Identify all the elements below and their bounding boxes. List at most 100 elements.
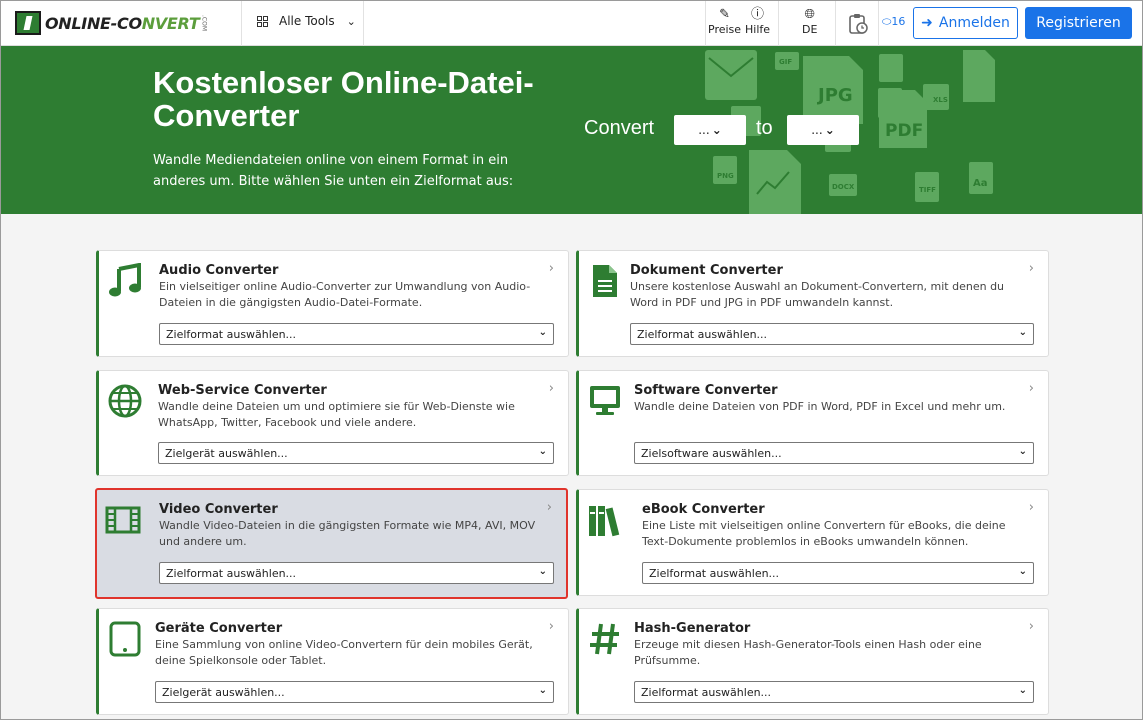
chevron-right-icon: ›: [546, 500, 552, 515]
nav-divider: [878, 1, 879, 46]
audio-converter-card[interactable]: Audio Converter Ein vielseitiger online …: [96, 250, 569, 357]
chevron-right-icon: ›: [1028, 381, 1034, 396]
chevron-right-icon: ›: [1028, 619, 1034, 634]
globe-icon: [108, 384, 142, 418]
chevron-down-icon: ⌄: [538, 566, 547, 577]
hero-subtitle: Wandle Mediendateien online von einem Fo…: [153, 153, 514, 189]
chevron-down-icon: ⌄: [1018, 685, 1027, 696]
software-converter-card[interactable]: Software Converter Wandle deine Dateien …: [576, 370, 1049, 476]
clipboard-clock-icon: [849, 14, 868, 34]
svg-text:DOCX: DOCX: [832, 183, 855, 191]
site-logo[interactable]: ONLINE-CONVERT .COM: [15, 11, 207, 35]
target-device-dropdown[interactable]: Zielgerät auswählen... ⌄: [158, 442, 554, 464]
tag-icon: ✎: [719, 7, 730, 22]
svg-text:GIF: GIF: [779, 58, 792, 66]
device-converter-card[interactable]: Geräte Converter Eine Sammlung von onlin…: [96, 608, 569, 715]
card-description: Wandle deine Dateien von PDF in Word, PD…: [634, 400, 1006, 413]
prices-link[interactable]: ✎ Preise: [708, 7, 741, 36]
video-converter-card[interactable]: Video Converter Wandle Video-Dateien in …: [95, 488, 568, 599]
tablet-icon: [109, 621, 141, 657]
language-selector[interactable]: 🌐︎ DE: [802, 7, 817, 36]
card-title: Video Converter: [159, 502, 278, 517]
hash-icon: [590, 623, 619, 655]
hash-generator-card[interactable]: Hash-Generator Erzeuge mit diesen Hash-G…: [576, 608, 1049, 715]
card-title: Audio Converter: [159, 263, 279, 278]
chevron-down-icon: ⌄: [1018, 446, 1027, 457]
card-description: Unsere kostenlose Auswahl an Dokument-Co…: [630, 280, 1005, 309]
top-navigation: ONLINE-CONVERT .COM Alle Tools ⌄ ✎ Preis…: [1, 1, 1142, 46]
books-icon: [589, 506, 620, 537]
card-description: Eine Sammlung von online Video-Converter…: [155, 638, 533, 667]
chevron-right-icon: ›: [548, 619, 554, 634]
chevron-down-icon: ⌄: [538, 446, 547, 457]
chevron-down-icon: ⌄: [538, 685, 547, 696]
svg-text:XLS: XLS: [933, 96, 948, 104]
nav-divider: [835, 1, 836, 46]
logo-icon: [15, 11, 41, 35]
nav-divider: [241, 1, 242, 46]
card-title: Web-Service Converter: [158, 383, 327, 398]
card-title: Geräte Converter: [155, 621, 283, 636]
source-format-select[interactable]: ... ⌄: [674, 115, 746, 145]
nav-divider: [778, 1, 779, 46]
nav-divider: [363, 1, 364, 46]
history-button[interactable]: [847, 13, 869, 35]
card-description: Wandle Video-Dateien in die gängigsten F…: [159, 519, 536, 548]
target-software-dropdown[interactable]: Zielsoftware auswählen... ⌄: [634, 442, 1034, 464]
card-title: Dokument Converter: [630, 263, 783, 278]
all-tools-menu[interactable]: Alle Tools ⌄: [257, 14, 356, 28]
token-counter[interactable]: ⬭16: [882, 15, 905, 29]
music-note-icon: [109, 263, 141, 297]
question-icon: ⓘ: [751, 7, 765, 22]
monitor-icon: [590, 386, 620, 415]
film-icon: [105, 506, 141, 534]
chevron-down-icon: ⌄: [711, 123, 722, 137]
svg-text:JPG: JPG: [816, 85, 853, 106]
svg-text:PDF: PDF: [885, 121, 923, 141]
web-service-converter-card[interactable]: Web-Service Converter Wandle deine Datei…: [96, 370, 569, 476]
target-format-dropdown[interactable]: Zielformat auswählen... ⌄: [630, 323, 1034, 345]
card-title: Software Converter: [634, 383, 778, 398]
page-title: Kostenloser Online-Datei-Converter: [153, 65, 534, 133]
chevron-right-icon: ›: [548, 261, 554, 276]
document-icon: [593, 265, 617, 297]
card-description: Eine Liste mit vielseitigen online Conve…: [642, 519, 1006, 548]
card-description: Wandle deine Dateien um und optimiere si…: [158, 400, 515, 429]
document-converter-card[interactable]: Dokument Converter Unsere kostenlose Aus…: [576, 250, 1049, 357]
target-format-dropdown[interactable]: Zielformat auswählen... ⌄: [642, 562, 1034, 584]
to-label: to: [756, 117, 773, 139]
all-tools-label: Alle Tools: [279, 14, 335, 28]
svg-text:PNG: PNG: [717, 172, 734, 180]
sign-in-icon: ➜: [921, 15, 933, 31]
convert-label: Convert: [584, 117, 655, 139]
svg-text:TIFF: TIFF: [919, 186, 936, 194]
chevron-down-icon: ⌄: [346, 14, 356, 28]
chevron-down-icon: ⌄: [1018, 327, 1027, 338]
login-button[interactable]: ➜ Anmelden: [913, 7, 1018, 39]
coin-icon: ⬭: [882, 15, 892, 28]
target-format-dropdown[interactable]: Zielformat auswählen... ⌄: [159, 323, 554, 345]
grid-icon: [257, 15, 268, 27]
chevron-down-icon: ⌄: [824, 123, 835, 137]
logo-text: ONLINE-CONVERT: [45, 13, 200, 33]
register-button[interactable]: Registrieren: [1025, 7, 1132, 39]
chevron-right-icon: ›: [1028, 261, 1034, 276]
card-title: Hash-Generator: [634, 621, 751, 636]
chevron-right-icon: ›: [548, 381, 554, 396]
help-link[interactable]: ⓘ Hilfe: [745, 7, 770, 36]
target-format-dropdown[interactable]: Zielformat auswählen... ⌄: [159, 562, 554, 584]
chevron-down-icon: ⌄: [1018, 566, 1027, 577]
chevron-down-icon: ⌄: [538, 327, 547, 338]
target-format-select[interactable]: ... ⌄: [787, 115, 859, 145]
ebook-converter-card[interactable]: eBook Converter Eine Liste mit vielseiti…: [576, 489, 1049, 596]
card-description: Erzeuge mit diesen Hash-Generator-Tools …: [634, 638, 982, 667]
svg-text:Aa: Aa: [973, 178, 988, 189]
logo-suffix: .COM: [200, 15, 208, 31]
nav-divider: [705, 1, 706, 46]
target-format-dropdown[interactable]: Zielformat auswählen... ⌄: [634, 681, 1034, 703]
globe-icon: 🌐︎: [804, 7, 815, 22]
chevron-right-icon: ›: [1028, 500, 1034, 515]
card-title: eBook Converter: [642, 502, 765, 517]
card-description: Ein vielseitiger online Audio-Converter …: [159, 280, 531, 309]
target-device-dropdown[interactable]: Zielgerät auswählen... ⌄: [155, 681, 554, 703]
